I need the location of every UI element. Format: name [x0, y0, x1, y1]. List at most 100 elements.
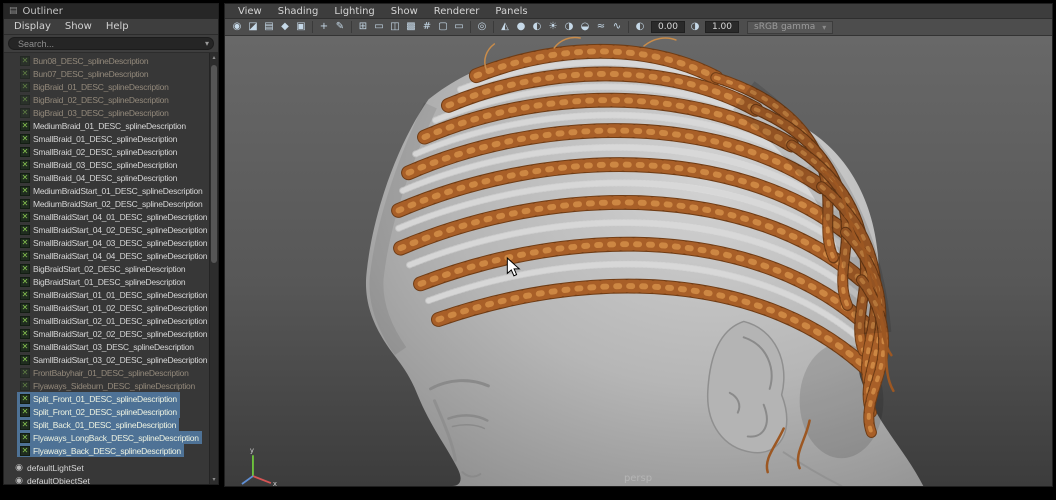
- shadows-icon[interactable]: ◑: [561, 20, 577, 34]
- xgen-spline-description-icon: [20, 276, 30, 287]
- list-item[interactable]: FrontBabyhair_01_DESC_splineDescription: [4, 366, 218, 379]
- menu-item[interactable]: Display: [8, 21, 57, 32]
- list-item[interactable]: MediumBraid_01_DESC_splineDescription: [4, 119, 218, 132]
- list-item[interactable]: Bun07_DESC_splineDescription: [4, 67, 218, 80]
- list-item[interactable]: Flyaways_Back_DESC_splineDescription: [4, 444, 218, 457]
- list-item[interactable]: SmallBraidStart_02_01_DESC_splineDescrip…: [4, 314, 218, 327]
- item-label: SmallBraidStart_04_02_DESC_splineDescrip…: [33, 224, 208, 235]
- menu-item[interactable]: Panels: [488, 6, 534, 17]
- pan-zoom-icon[interactable]: +: [316, 20, 332, 34]
- list-item[interactable]: SmallBraidStart_02_02_DESC_splineDescrip…: [4, 327, 218, 340]
- view-transform-dropdown[interactable]: sRGB gamma: [747, 20, 834, 34]
- list-item[interactable]: Split_Front_02_DESC_splineDescription: [4, 405, 218, 418]
- resolution-gate-icon[interactable]: ◫: [387, 20, 403, 34]
- list-item[interactable]: BigBraidStart_01_DESC_splineDescription: [4, 275, 218, 288]
- camera-attributes-icon[interactable]: ▤: [261, 20, 277, 34]
- item-label: Bun07_DESC_splineDescription: [33, 68, 149, 79]
- list-item[interactable]: SmallBraid_02_DESC_splineDescription: [4, 145, 218, 158]
- xgen-spline-description-icon: [20, 302, 30, 313]
- list-item[interactable]: MediumBraidStart_01_DESC_splineDescripti…: [4, 184, 218, 197]
- safe-action-icon[interactable]: ▢: [435, 20, 451, 34]
- select-camera-icon[interactable]: ◉: [229, 20, 245, 34]
- chevron-down-icon[interactable]: [205, 39, 209, 48]
- item-label: SmallBraid_04_DESC_splineDescription: [33, 172, 178, 183]
- menu-item[interactable]: View: [231, 6, 269, 17]
- item-label: SmallBraidStart_02_01_DESC_splineDescrip…: [33, 315, 208, 326]
- safe-title-icon[interactable]: ▭: [451, 20, 467, 34]
- xgen-spline-description-icon: [20, 94, 30, 105]
- item-label: Bun08_DESC_splineDescription: [33, 55, 149, 66]
- anti-aliasing-icon[interactable]: ∿: [609, 20, 625, 34]
- textured-icon[interactable]: ◐: [529, 20, 545, 34]
- gamma-field[interactable]: 1.00: [705, 21, 739, 33]
- viewport-canvas: y x z persp: [225, 36, 1052, 486]
- list-item[interactable]: MediumBraidStart_02_DESC_splineDescripti…: [4, 197, 218, 210]
- scroll-up-icon[interactable]: [210, 53, 218, 62]
- smooth-shade-icon[interactable]: ●: [513, 20, 529, 34]
- item-label: Flyaways_Sideburn_DESC_splineDescription: [33, 380, 195, 391]
- list-item[interactable]: SmallBraidStart_04_04_DESC_splineDescrip…: [4, 249, 218, 262]
- list-item[interactable]: Split_Front_01_DESC_splineDescription: [4, 392, 218, 405]
- motion-blur-icon[interactable]: ≈: [593, 20, 609, 34]
- isolate-select-icon[interactable]: ◎: [474, 20, 490, 34]
- list-item[interactable]: SmallBraidStart_04_01_DESC_splineDescrip…: [4, 210, 218, 223]
- xgen-spline-description-icon: [20, 120, 30, 131]
- list-item[interactable]: defaultObjectSet: [4, 474, 218, 485]
- xgen-spline-description-icon: [20, 237, 30, 248]
- item-label: Split_Back_01_DESC_splineDescription: [33, 419, 177, 430]
- view-transform-value: sRGB gamma: [754, 21, 816, 32]
- list-item[interactable]: BigBraid_02_DESC_splineDescription: [4, 93, 218, 106]
- ambient-occlusion-icon[interactable]: ◒: [577, 20, 593, 34]
- viewport-3d-canvas[interactable]: y x z persp: [225, 36, 1052, 486]
- exposure-field[interactable]: 0.00: [651, 21, 685, 33]
- menu-item[interactable]: Show: [59, 21, 98, 32]
- gamma-icon[interactable]: [688, 20, 702, 34]
- menu-item[interactable]: Shading: [271, 6, 326, 17]
- grid-icon[interactable]: ⊞: [355, 20, 371, 34]
- use-all-lights-icon[interactable]: ☀: [545, 20, 561, 34]
- separator: [351, 21, 352, 33]
- menu-item[interactable]: Help: [100, 21, 135, 32]
- gate-mask-icon[interactable]: ▩: [403, 20, 419, 34]
- menu-item[interactable]: Renderer: [427, 6, 487, 17]
- list-item[interactable]: Flyaways_Sideburn_DESC_splineDescription: [4, 379, 218, 392]
- grease-pencil-icon[interactable]: ✎: [332, 20, 348, 34]
- panel-menu-icon[interactable]: [9, 4, 18, 19]
- search-input[interactable]: [8, 37, 214, 50]
- field-chart-icon[interactable]: #: [419, 20, 435, 34]
- film-gate-icon[interactable]: ▭: [371, 20, 387, 34]
- item-label: Flyaways_LongBack_DESC_splineDescription: [33, 432, 199, 443]
- list-item[interactable]: BigBraid_01_DESC_splineDescription: [4, 80, 218, 93]
- scrollbar-thumb[interactable]: [211, 65, 217, 263]
- bookmarks-icon[interactable]: ◆: [277, 20, 293, 34]
- maya-window: Outliner DisplayShowHelp Bun08_DESC_spli…: [0, 0, 1056, 500]
- wireframe-icon[interactable]: ◭: [497, 20, 513, 34]
- list-item[interactable]: SmallBraidStart_04_03_DESC_splineDescrip…: [4, 236, 218, 249]
- menu-item[interactable]: Show: [384, 6, 425, 17]
- lock-camera-icon[interactable]: ◪: [245, 20, 261, 34]
- list-item[interactable]: Flyaways_LongBack_DESC_splineDescription: [4, 431, 218, 444]
- list-item[interactable]: SamllBraidStart_03_02_DESC_splineDescrip…: [4, 353, 218, 366]
- list-item[interactable]: SmallBraidStart_04_02_DESC_splineDescrip…: [4, 223, 218, 236]
- list-item[interactable]: SmallBraid_04_DESC_splineDescription: [4, 171, 218, 184]
- list-item[interactable]: SmallBraidStart_01_02_DESC_splineDescrip…: [4, 301, 218, 314]
- xgen-spline-description-icon: [20, 211, 30, 222]
- list-item[interactable]: BigBraidStart_02_DESC_splineDescription: [4, 262, 218, 275]
- scrollbar-track[interactable]: [210, 62, 218, 475]
- list-item[interactable]: SmallBraid_01_DESC_splineDescription: [4, 132, 218, 145]
- image-plane-icon[interactable]: ▣: [293, 20, 309, 34]
- list-item[interactable]: SmallBraid_03_DESC_splineDescription: [4, 158, 218, 171]
- list-item[interactable]: SmallBraidStart_01_01_DESC_splineDescrip…: [4, 288, 218, 301]
- separator: [470, 21, 471, 33]
- xgen-spline-description-icon: [20, 55, 30, 66]
- menu-item[interactable]: Lighting: [327, 6, 381, 17]
- scroll-down-icon[interactable]: [210, 475, 218, 484]
- exposure-icon[interactable]: ◐: [632, 20, 648, 34]
- list-item[interactable]: Split_Back_01_DESC_splineDescription: [4, 418, 218, 431]
- list-item[interactable]: Bun08_DESC_splineDescription: [4, 54, 218, 67]
- list-item[interactable]: BigBraid_03_DESC_splineDescription: [4, 106, 218, 119]
- list-item[interactable]: defaultLightSet: [4, 461, 218, 474]
- xgen-spline-description-icon: [20, 250, 30, 261]
- scrollbar[interactable]: [209, 53, 218, 484]
- list-item[interactable]: SmallBraidStart_03_DESC_splineDescriptio…: [4, 340, 218, 353]
